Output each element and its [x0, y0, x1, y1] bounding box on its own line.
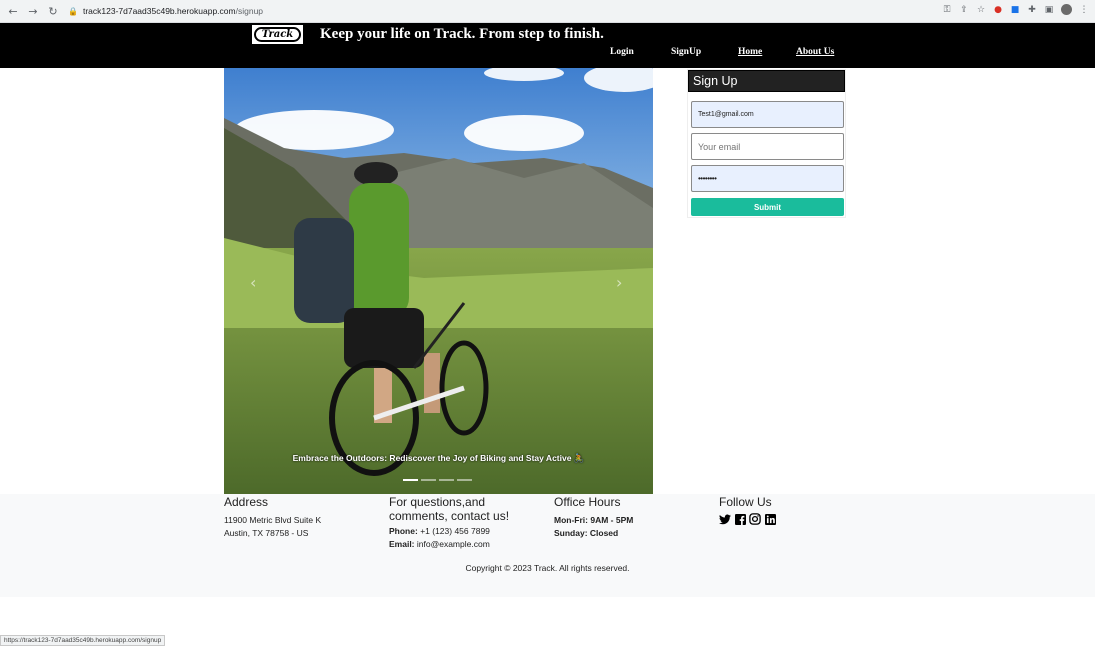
footer-hours: Office Hours Mon-Fri: 9AM - 5PM Sunday: … — [554, 494, 704, 540]
carousel-prev-icon[interactable]: ‹ — [250, 273, 256, 292]
back-icon[interactable]: ← — [6, 4, 20, 18]
footer-follow: Follow Us — [719, 494, 869, 525]
carousel-indicator[interactable] — [421, 479, 436, 481]
footer-contact: For questions,and comments, contact us! … — [389, 494, 539, 551]
puzzle-icon[interactable]: ✚ — [1027, 5, 1037, 15]
nav-about-us[interactable]: About Us — [796, 47, 834, 57]
phone-label: Phone: — [389, 526, 418, 536]
hours-heading: Office Hours — [554, 495, 621, 509]
signup-title: Sign Up — [688, 70, 845, 92]
carousel-indicator[interactable] — [439, 479, 454, 481]
share-icon[interactable]: ⇪ — [959, 5, 969, 15]
carousel-indicator[interactable] — [403, 479, 418, 481]
address-bar[interactable]: 🔒 track123-7d7aad35c49b.herokuapp.com/si… — [68, 6, 263, 16]
address-line2: Austin, TX 78758 - US — [224, 528, 309, 538]
extension-grid-icon[interactable]: ■ — [1010, 5, 1020, 15]
linkedin-icon[interactable] — [764, 513, 776, 525]
twitter-icon[interactable] — [719, 513, 731, 525]
kebab-menu-icon[interactable]: ⋮ — [1079, 5, 1089, 15]
carousel-indicators — [403, 479, 472, 481]
key-icon[interactable]: ⚿ — [942, 5, 952, 15]
weekday-hours: Mon-Fri: 9AM - 5PM — [554, 515, 634, 525]
nav-signup[interactable]: SignUp — [671, 47, 701, 57]
extension-badge-icon[interactable]: ● — [993, 5, 1003, 15]
submit-button[interactable]: Submit — [691, 198, 844, 216]
browser-toolbar: ← → ↻ 🔒 track123-7d7aad35c49b.herokuapp.… — [0, 0, 1095, 23]
footer-address: Address 11900 Metric Blvd Suite K Austin… — [224, 494, 374, 540]
forward-icon[interactable]: → — [26, 4, 40, 18]
carousel-next-icon[interactable]: › — [616, 273, 622, 292]
nav-home[interactable]: Home — [738, 47, 762, 57]
username-input[interactable]: Test1@gmail.com — [691, 101, 844, 128]
nav-login[interactable]: Login — [610, 47, 634, 57]
phone-number[interactable]: +1 (123) 456 7899 — [420, 526, 490, 536]
contact-heading: For questions,and comments, contact us! — [389, 495, 510, 523]
facebook-icon[interactable] — [734, 513, 746, 525]
bookmark-star-icon[interactable]: ☆ — [976, 5, 986, 15]
hero-image — [224, 68, 653, 494]
hero-carousel[interactable]: ‹ › Embrace the Outdoors: Rediscover the… — [224, 68, 653, 494]
copyright-text: Copyright © 2023 Track. All rights reser… — [465, 563, 630, 573]
instagram-icon[interactable] — [749, 513, 761, 525]
site-tagline: Keep your life on Track. From step to fi… — [320, 26, 604, 42]
sidepanel-icon[interactable]: ▣ — [1044, 5, 1054, 15]
sunday-hours: Sunday: Closed — [554, 528, 619, 538]
address-line1: 11900 Metric Blvd Suite K — [224, 515, 322, 525]
profile-avatar[interactable] — [1061, 4, 1072, 15]
status-bar-url: https://track123-7d7aad35c49b.herokuapp.… — [0, 635, 166, 646]
reload-icon[interactable]: ↻ — [46, 4, 60, 18]
carousel-indicator[interactable] — [457, 479, 472, 481]
track-logo[interactable]: Track — [250, 23, 305, 46]
email-input[interactable]: Your email — [691, 133, 844, 160]
carousel-caption: Embrace the Outdoors: Rediscover the Joy… — [292, 453, 585, 463]
url-host: track123-7d7aad35c49b.herokuapp.com — [82, 6, 236, 16]
follow-heading: Follow Us — [719, 495, 772, 509]
site-footer: Address 11900 Metric Blvd Suite K Austin… — [0, 494, 1095, 597]
logo-text: Track — [254, 27, 301, 42]
lock-icon: 🔒 — [68, 6, 78, 16]
site-header: Track Keep your life on Track. From step… — [0, 23, 1095, 68]
address-heading: Address — [224, 495, 269, 509]
contact-email[interactable]: info@example.com — [417, 539, 490, 549]
password-input[interactable]: •••••••• — [691, 165, 844, 192]
email-label: Email: — [389, 539, 415, 549]
signup-card: Sign Up Test1@gmail.com Your email •••••… — [687, 69, 846, 218]
url-path: /signup — [235, 6, 264, 16]
